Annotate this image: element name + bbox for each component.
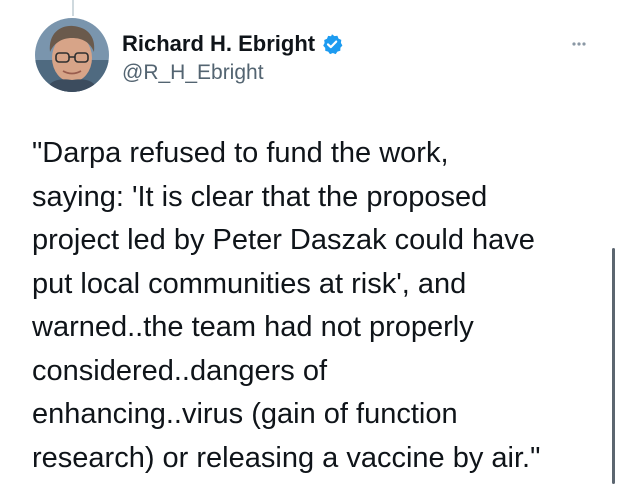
more-options-icon [572,42,586,46]
more-options-button[interactable] [566,34,600,54]
user-avatar-photo [35,18,109,92]
thread-connector-line [72,0,74,16]
author-avatar[interactable] [35,18,109,92]
author-name-row: Richard H. Ebright [122,29,343,59]
scrollbar-thumb[interactable] [612,248,615,484]
author-display-name[interactable]: Richard H. Ebright [122,31,315,57]
tweet-body-text: "Darpa refused to fund the work, saying:… [32,137,541,474]
tweet-author: Richard H. Ebright @R_H_Ebright [122,29,343,85]
verified-badge-icon [321,33,343,55]
author-handle[interactable]: @R_H_Ebright [122,61,343,85]
